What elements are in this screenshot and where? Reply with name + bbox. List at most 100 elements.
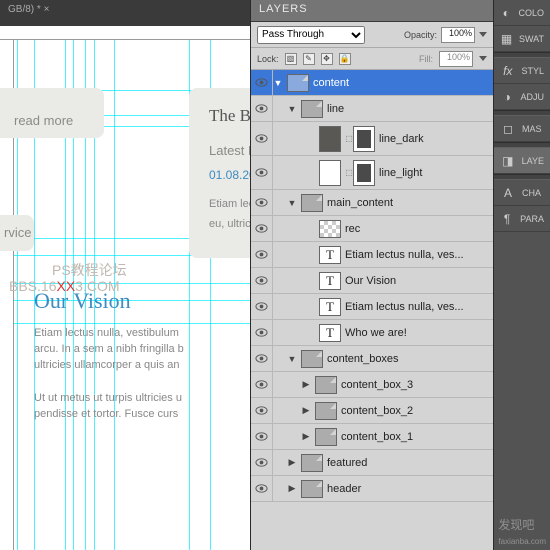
layer-name[interactable]: content_boxes xyxy=(327,353,493,365)
layer-row[interactable]: TWho we are! xyxy=(251,320,493,346)
chevron-down-icon[interactable] xyxy=(479,32,487,37)
visibility-toggle[interactable] xyxy=(251,96,273,121)
dock-item[interactable]: ◑ADJU xyxy=(494,84,550,110)
visibility-toggle[interactable] xyxy=(251,122,273,155)
layer-row[interactable]: TEtiam lectus nulla, ves... xyxy=(251,294,493,320)
layer-name[interactable]: rec xyxy=(345,223,493,235)
card-service: rvice xyxy=(0,215,34,251)
layer-row[interactable]: TEtiam lectus nulla, ves... xyxy=(251,242,493,268)
layer-row[interactable]: ▼ content xyxy=(251,70,493,96)
layer-row[interactable]: ▶ featured xyxy=(251,450,493,476)
layer-row[interactable]: TOur Vision xyxy=(251,268,493,294)
visibility-toggle[interactable] xyxy=(251,372,273,397)
fill-label: Fill: xyxy=(419,54,433,64)
layer-name[interactable]: content_box_1 xyxy=(341,431,493,443)
layer-row[interactable]: ▼ main_content xyxy=(251,190,493,216)
visibility-toggle[interactable] xyxy=(251,346,273,371)
arrow-right-icon[interactable]: ▶ xyxy=(301,405,311,416)
layer-name[interactable]: content_box_2 xyxy=(341,405,493,417)
layer-name[interactable]: Who we are! xyxy=(345,327,493,339)
panel-icon: ▦ xyxy=(500,31,513,47)
visibility-toggle[interactable] xyxy=(251,156,273,189)
dock-item[interactable]: ◨LAYE xyxy=(494,148,550,174)
arrow-right-icon[interactable]: ▶ xyxy=(287,483,297,494)
opacity-value[interactable]: 100% xyxy=(441,27,475,43)
visibility-toggle[interactable] xyxy=(251,450,273,475)
ruler-horizontal[interactable] xyxy=(0,26,250,40)
layer-name[interactable]: Our Vision xyxy=(345,275,493,287)
dock-item[interactable]: ¶PARA xyxy=(494,206,550,232)
layer-name[interactable]: content_box_3 xyxy=(341,379,493,391)
layer-name[interactable]: Etiam lectus nulla, ves... xyxy=(345,249,493,261)
arrow-right-icon[interactable]: ▶ xyxy=(301,431,311,442)
panel-icon: ◑ xyxy=(500,89,514,105)
panel-icon: ◻ xyxy=(500,121,516,137)
arrow-right-icon[interactable]: ▶ xyxy=(287,457,297,468)
link-icon[interactable]: ⬚ xyxy=(345,134,353,143)
layer-name[interactable]: content xyxy=(313,77,493,89)
visibility-toggle[interactable] xyxy=(251,398,273,423)
visibility-toggle[interactable] xyxy=(251,190,273,215)
layer-row[interactable]: ⬚ line_light xyxy=(251,156,493,190)
chevron-down-icon[interactable] xyxy=(479,56,487,61)
layer-name[interactable]: main_content xyxy=(327,197,493,209)
arrow-right-icon[interactable]: ▶ xyxy=(301,379,311,390)
document-area[interactable]: read more The Blo Latest Bl 01.08.20 Eti… xyxy=(14,40,250,550)
layers-panel-title[interactable]: LAYERS xyxy=(251,0,493,22)
lock-row: Lock: ▧ ✎ ✥ 🔒 Fill: 100% xyxy=(251,48,493,70)
visibility-toggle[interactable] xyxy=(251,320,273,345)
dock-item[interactable]: ◻ MAS xyxy=(494,116,550,142)
panel-label: MAS xyxy=(522,124,542,134)
lock-position-icon[interactable]: ✥ xyxy=(321,53,333,65)
lock-transparency-icon[interactable]: ▧ xyxy=(285,53,297,65)
visibility-toggle[interactable] xyxy=(251,70,273,95)
lock-paint-icon[interactable]: ✎ xyxy=(303,53,315,65)
visibility-toggle[interactable] xyxy=(251,268,273,293)
visibility-toggle[interactable] xyxy=(251,424,273,449)
layer-row[interactable]: ▶ content_box_2 xyxy=(251,398,493,424)
document-tab[interactable]: GB/8) * × xyxy=(0,0,250,26)
arrow-down-icon[interactable]: ▼ xyxy=(287,354,297,364)
layer-name[interactable]: featured xyxy=(327,457,493,469)
vision-p1: Etiam lectus nulla, vestibulum xyxy=(34,325,179,341)
visibility-toggle[interactable] xyxy=(251,476,273,501)
arrow-down-icon[interactable]: ▼ xyxy=(287,198,297,208)
layer-row[interactable]: rec xyxy=(251,216,493,242)
arrow-down-icon[interactable]: ▼ xyxy=(287,104,297,114)
visibility-toggle[interactable] xyxy=(251,242,273,267)
dock-item[interactable]: fxSTYL xyxy=(494,58,550,84)
folder-icon xyxy=(301,194,323,212)
document-canvas[interactable]: GB/8) * × read more The Blo Latest Bl 01… xyxy=(0,0,250,550)
layer-row[interactable]: ▶ content_box_1 xyxy=(251,424,493,450)
arrow-down-icon[interactable]: ▼ xyxy=(273,78,283,88)
layers-tree[interactable]: ▼ content ▼ line ⬚ line_dark ⬚ line_light ▼ main_… xyxy=(251,70,493,550)
lock-label: Lock: xyxy=(257,54,279,64)
panel-label: STYL xyxy=(521,66,544,76)
layer-row[interactable]: ▶ header xyxy=(251,476,493,502)
layer-row[interactable]: ▶ content_box_3 xyxy=(251,372,493,398)
folder-icon xyxy=(301,100,323,118)
vision-p2: arcu. In a sem a nibh fringilla b xyxy=(34,341,184,357)
visibility-toggle[interactable] xyxy=(251,216,273,241)
panel-label: COLO xyxy=(518,8,544,18)
blog-excerpt-1: Etiam lec xyxy=(209,196,250,212)
layer-name[interactable]: line_light xyxy=(379,167,493,179)
layer-name[interactable]: Etiam lectus nulla, ves... xyxy=(345,301,493,313)
link-icon[interactable]: ⬚ xyxy=(345,168,353,177)
layer-row[interactable]: ▼ content_boxes xyxy=(251,346,493,372)
blend-mode-select[interactable]: Pass Through xyxy=(257,26,365,44)
lock-all-icon[interactable]: 🔒 xyxy=(339,53,351,65)
fill-value[interactable]: 100% xyxy=(439,51,473,67)
layer-name[interactable]: line xyxy=(327,103,493,115)
visibility-toggle[interactable] xyxy=(251,294,273,319)
layer-name[interactable]: line_dark xyxy=(379,133,493,145)
dock-item[interactable]: ◐COLO xyxy=(494,0,550,26)
mask-thumb[interactable] xyxy=(353,126,375,152)
layer-row[interactable]: ▼ line xyxy=(251,96,493,122)
dock-item[interactable]: ACHA xyxy=(494,180,550,206)
layer-row[interactable]: ⬚ line_dark xyxy=(251,122,493,156)
panel-label: SWAT xyxy=(519,34,544,44)
mask-thumb[interactable] xyxy=(353,160,375,186)
dock-item[interactable]: ▦ SWAT xyxy=(494,26,550,52)
layer-name[interactable]: header xyxy=(327,483,493,495)
